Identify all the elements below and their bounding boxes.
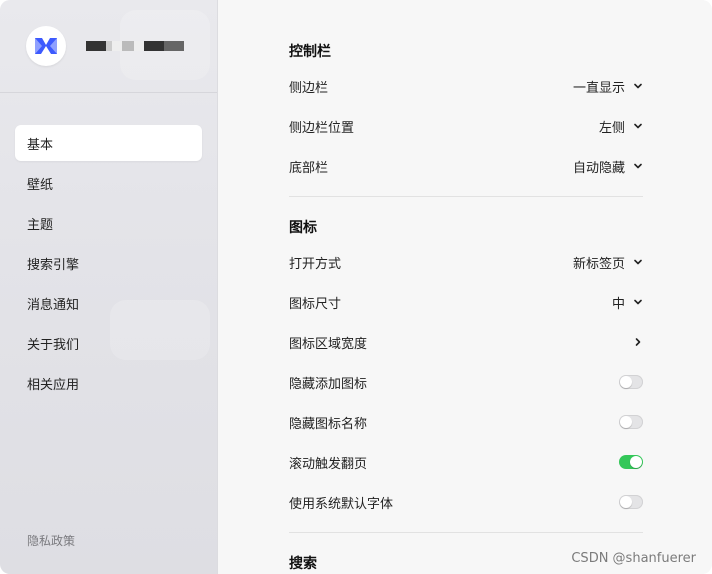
- hide-icon-name-toggle[interactable]: [619, 415, 643, 429]
- icon-area-width-link[interactable]: [633, 337, 643, 347]
- sidebar-position-select[interactable]: 左侧: [599, 117, 643, 136]
- sidebar-divider: [0, 92, 217, 93]
- chevron-right-icon: [635, 338, 641, 346]
- toggle-knob: [630, 456, 642, 468]
- setting-row-hide-add-icon: 隐藏添加图标: [289, 362, 643, 402]
- sidebar-item-about[interactable]: 关于我们: [15, 325, 202, 361]
- settings-window: 基本 壁纸 主题 搜索引擎 消息通知 关于我们 相关应用 隐私政策 控制栏 侧边…: [0, 0, 712, 574]
- setting-row-open-mode: 打开方式 新标签页: [289, 242, 643, 282]
- setting-label: 底部栏: [289, 160, 329, 176]
- setting-row-icon-size: 图标尺寸 中: [289, 282, 643, 322]
- setting-label: 滚动触发翻页: [289, 456, 368, 472]
- setting-row-scroll-page: 滚动触发翻页: [289, 442, 643, 482]
- setting-label: 图标区域宽度: [289, 336, 368, 352]
- setting-row-system-font: 使用系统默认字体: [289, 482, 643, 522]
- section-title-icons: 图标: [289, 220, 317, 236]
- system-font-toggle[interactable]: [619, 495, 643, 509]
- select-value: 左侧: [598, 120, 625, 136]
- settings-content: 控制栏 侧边栏 一直显示 侧边栏位置 左侧 底部栏 自动隐藏 图标 打开方式 新…: [289, 38, 643, 574]
- select-value: 一直显示: [572, 80, 625, 96]
- select-value: 自动隐藏: [572, 160, 625, 176]
- setting-label: 图标尺寸: [289, 296, 342, 312]
- app-name-pixelated: [86, 41, 184, 51]
- setting-label: 侧边栏: [289, 80, 329, 96]
- toggle-knob: [620, 416, 632, 428]
- bottom-bar-select[interactable]: 自动隐藏: [573, 157, 643, 176]
- sidebar-item-wallpaper[interactable]: 壁纸: [15, 165, 202, 201]
- setting-row-sidebar-position: 侧边栏位置 左侧: [289, 106, 643, 146]
- settings-main: 控制栏 侧边栏 一直显示 侧边栏位置 左侧 底部栏 自动隐藏 图标 打开方式 新…: [218, 0, 712, 574]
- chevron-down-icon: [634, 299, 642, 305]
- brand-header: [26, 26, 184, 66]
- privacy-policy-link[interactable]: 隐私政策: [27, 532, 75, 549]
- setting-label: 隐藏图标名称: [289, 416, 368, 432]
- setting-row-bottom-bar: 底部栏 自动隐藏: [289, 146, 643, 186]
- chevron-down-icon: [634, 123, 642, 129]
- open-mode-select[interactable]: 新标签页: [573, 253, 643, 272]
- setting-label: 使用系统默认字体: [289, 496, 394, 512]
- sidebar-item-theme[interactable]: 主题: [15, 205, 202, 241]
- hide-add-icon-toggle[interactable]: [619, 375, 643, 389]
- select-value: 中: [611, 296, 625, 312]
- setting-row-hide-icon-name: 隐藏图标名称: [289, 402, 643, 442]
- setting-label: 打开方式: [289, 256, 342, 272]
- toggle-knob: [620, 376, 632, 388]
- setting-label: 侧边栏位置: [289, 120, 355, 136]
- sidebar-item-search-engine[interactable]: 搜索引擎: [15, 245, 202, 281]
- sidebar-nav: 基本 壁纸 主题 搜索引擎 消息通知 关于我们 相关应用: [15, 125, 202, 405]
- setting-label: 隐藏添加图标: [289, 376, 368, 392]
- section-divider: [289, 196, 643, 197]
- settings-sidebar: 基本 壁纸 主题 搜索引擎 消息通知 关于我们 相关应用 隐私政策: [0, 0, 218, 574]
- app-logo-icon: [26, 26, 66, 66]
- sidebar-item-notifications[interactable]: 消息通知: [15, 285, 202, 321]
- setting-row-icon-area-width[interactable]: 图标区域宽度: [289, 322, 643, 362]
- toggle-knob: [620, 496, 632, 508]
- sidebar-item-basic[interactable]: 基本: [15, 125, 202, 161]
- select-value: 新标签页: [572, 256, 625, 272]
- section-title-control-bar: 控制栏: [289, 44, 331, 60]
- section-divider: [289, 532, 643, 533]
- chevron-down-icon: [634, 83, 642, 89]
- watermark-text: CSDN @shanfuerer: [571, 551, 696, 566]
- scroll-page-toggle[interactable]: [619, 455, 643, 469]
- chevron-down-icon: [634, 163, 642, 169]
- sidebar-visibility-select[interactable]: 一直显示: [573, 77, 643, 96]
- chevron-down-icon: [634, 259, 642, 265]
- sidebar-item-related-apps[interactable]: 相关应用: [15, 365, 202, 401]
- setting-row-sidebar: 侧边栏 一直显示: [289, 66, 643, 106]
- icon-size-select[interactable]: 中: [612, 293, 643, 312]
